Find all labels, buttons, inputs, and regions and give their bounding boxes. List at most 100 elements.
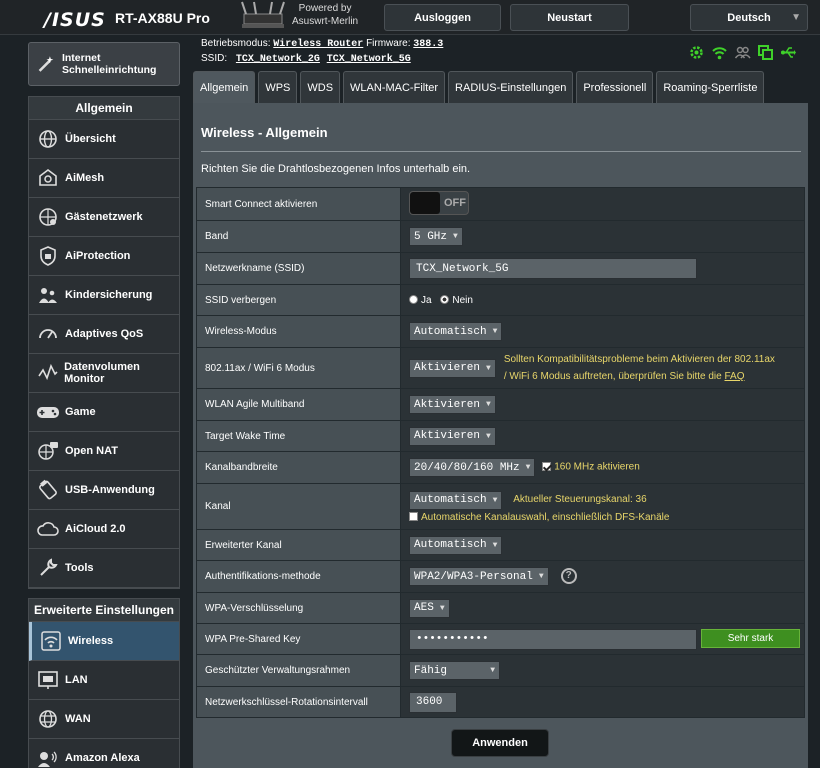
- sidebar-item-tools[interactable]: Tools: [29, 549, 179, 588]
- auth-value: WPA2/WPA3-Personal: [414, 570, 533, 583]
- wireless-mode-value: Automatisch: [414, 325, 487, 338]
- asus-logo: /ISUS: [44, 9, 106, 31]
- sidebar-item-lan[interactable]: LAN: [29, 661, 179, 700]
- smart-connect-toggle[interactable]: OFF: [409, 191, 469, 215]
- sidebar-item-amazon-alexa[interactable]: Amazon Alexa: [29, 739, 179, 768]
- advanced-menu: Erweiterte Einstellungen Wireless LAN WAN A…: [28, 598, 180, 768]
- logout-button[interactable]: Ausloggen: [384, 4, 501, 31]
- tab-roaming-sperrliste[interactable]: Roaming-Sperrliste: [656, 71, 765, 103]
- psk-input[interactable]: •••••••••••: [409, 628, 697, 650]
- usb-status-icon[interactable]: [780, 44, 797, 61]
- gear-status-icon[interactable]: [688, 44, 705, 61]
- qis-label: Internet Schnelleinrichtung: [61, 52, 157, 76]
- faq-link[interactable]: FAQ: [725, 371, 745, 382]
- agile-select[interactable]: Aktivieren ▼: [409, 395, 496, 414]
- wireless-mode-select[interactable]: Automatisch ▼: [409, 322, 503, 341]
- chevron-down-icon: ▼: [492, 495, 498, 505]
- copy-status-icon[interactable]: [757, 44, 774, 61]
- language-select[interactable]: Deutsch ▼: [690, 4, 808, 31]
- wifi-status-icon[interactable]: [711, 44, 728, 61]
- chevron-down-icon: ▼: [490, 666, 495, 675]
- sidebar-item-aimesh[interactable]: AiMesh: [29, 159, 179, 198]
- twt-label: Target Wake Time: [196, 420, 401, 452]
- parental-icon: [35, 284, 61, 306]
- chevron-down-icon: ▼: [538, 572, 544, 581]
- wireless-general-panel: Wireless - Allgemein Richten Sie die Dra…: [193, 103, 808, 768]
- wpa-enc-select[interactable]: AES ▼: [409, 598, 450, 618]
- help-icon[interactable]: ?: [560, 567, 577, 584]
- sidebar-item-gaestenetzwerk[interactable]: Gästenetzwerk: [29, 198, 179, 237]
- chevron-down-icon: ▼: [439, 603, 445, 613]
- tab-wlan-mac-filter[interactable]: WLAN-MAC-Filter: [343, 71, 446, 103]
- sidebar-item-datenvolumen-monitor[interactable]: Datenvolumen Monitor: [29, 354, 179, 393]
- chevron-down-icon: ▼: [791, 12, 801, 23]
- band-label: Band: [196, 220, 401, 253]
- tab-professionell[interactable]: Professionell: [576, 71, 654, 103]
- ssid-2g-link[interactable]: TCX_Network_2G: [236, 54, 320, 65]
- sidebar-item-usb-anwendung[interactable]: USB-Anwendung: [29, 471, 179, 510]
- chevron-down-icon: ▼: [525, 463, 531, 472]
- password-strength-meter: Sehr stark: [701, 629, 800, 648]
- rotation-input[interactable]: 3600: [409, 691, 457, 713]
- tab-radius-einstellungen[interactable]: RADIUS-Einstellungen: [448, 71, 574, 103]
- sidebar-item-aiprotection[interactable]: AiProtection: [29, 237, 179, 276]
- ax-mode-value: Aktivieren: [414, 362, 481, 374]
- sidebar-item-wan[interactable]: WAN: [29, 700, 179, 739]
- tab-allgemein[interactable]: Allgemein: [193, 71, 256, 103]
- 160mhz-checkbox[interactable]: [542, 462, 552, 472]
- opmode-link[interactable]: Wireless Router: [273, 39, 363, 50]
- chevron-down-icon: ▼: [492, 540, 498, 550]
- ext-channel-select[interactable]: Automatisch ▼: [409, 535, 503, 555]
- sidebar-item-game[interactable]: Game: [29, 393, 179, 432]
- usb-icon: [35, 479, 61, 501]
- pmf-select[interactable]: Fähig ▼: [409, 661, 500, 680]
- sidebar-item-aicloud-2-0[interactable]: AiCloud 2.0: [29, 510, 179, 549]
- sidebar-item-wireless[interactable]: Wireless: [29, 622, 179, 661]
- opmode-line: Betriebsmodus: Wireless Router Firmware:…: [201, 38, 443, 50]
- auth-select[interactable]: WPA2/WPA3-Personal ▼: [409, 567, 549, 586]
- page-title: Wireless - Allgemein: [201, 125, 328, 140]
- ssid-hide-no-radio[interactable]: [440, 295, 450, 305]
- channel-select[interactable]: Automatisch ▼: [409, 490, 503, 510]
- rotation-label: Netzwerkschlüssel-Rotationsintervall: [196, 686, 401, 718]
- ssid-hide-yes-radio[interactable]: [409, 295, 418, 305]
- settings-table: Smart Connect aktivieren OFF Band 5 GHz ▼…: [196, 187, 805, 718]
- ssid-5g-link[interactable]: TCX_Network_5G: [327, 54, 411, 65]
- page-description: Richten Sie die Drahtlosbezogenen Infos …: [201, 163, 471, 175]
- row-rotation: Netzwerkschlüssel-Rotationsintervall 360…: [196, 686, 805, 718]
- sidebar-item-label: Datenvolumen Monitor: [64, 361, 140, 385]
- apply-button[interactable]: Anwenden: [451, 729, 549, 757]
- row-bandwidth: Kanalbandbreite 20/40/80/160 MHz ▼ 160 MH…: [196, 451, 805, 484]
- agile-label: WLAN Agile Multiband: [196, 388, 401, 421]
- tab-wds[interactable]: WDS: [300, 71, 341, 103]
- dfs-checkbox[interactable]: [409, 512, 418, 522]
- sidebar-item-uebersicht[interactable]: Übersicht: [29, 120, 179, 159]
- wpa-enc-label: WPA-Verschlüsselung: [196, 592, 401, 624]
- sidebar-item-open-nat[interactable]: Open NAT: [29, 432, 179, 471]
- sidebar-item-label: Game: [65, 406, 96, 418]
- twt-select[interactable]: Aktivieren ▼: [409, 426, 496, 446]
- tab-wps[interactable]: WPS: [258, 71, 298, 103]
- row-band: Band 5 GHz ▼: [196, 220, 805, 253]
- firmware-link[interactable]: 388.3: [413, 39, 443, 50]
- row-smart-connect: Smart Connect aktivieren OFF: [196, 187, 805, 221]
- users-status-icon[interactable]: [734, 44, 751, 61]
- ssid-input[interactable]: TCX_Network_5G: [409, 258, 697, 279]
- row-ssid: Netzwerkname (SSID) TCX_Network_5G: [196, 252, 805, 285]
- restart-button[interactable]: Neustart: [510, 4, 629, 31]
- ax-mode-select[interactable]: Aktivieren ▼: [409, 358, 496, 378]
- bandwidth-select[interactable]: 20/40/80/160 MHz ▼: [409, 458, 536, 477]
- band-select[interactable]: 5 GHz ▼: [409, 227, 463, 246]
- sidebar-item-kindersicherung[interactable]: Kindersicherung: [29, 276, 179, 315]
- row-ax-mode: 802.11ax / WiFi 6 Modus Aktivieren ▼ Soll…: [196, 347, 805, 389]
- row-ext-channel: Erweiterter Kanal Automatisch ▼: [196, 529, 805, 561]
- ssid-hide-label: SSID verbergen: [196, 284, 401, 316]
- sidebar-item-adaptives-qos[interactable]: Adaptives QoS: [29, 315, 179, 354]
- sidebar-item-label: Amazon Alexa: [65, 752, 140, 764]
- advanced-menu-header: Erweiterte Einstellungen: [29, 599, 179, 622]
- sidebar-item-label: LAN: [65, 674, 88, 686]
- router-icon: [241, 1, 285, 28]
- sidebar-item-label: WAN: [65, 713, 91, 725]
- quick-internet-setup-button[interactable]: Internet Schnelleinrichtung: [28, 42, 180, 86]
- row-psk: WPA Pre-Shared Key ••••••••••• Sehr stark: [196, 623, 805, 655]
